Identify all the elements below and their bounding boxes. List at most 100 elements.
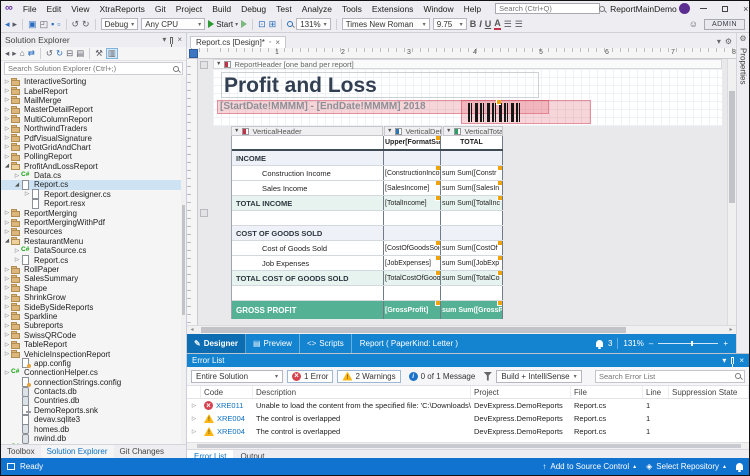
expander-icon[interactable]: ▷ [23, 191, 31, 197]
show-all-files-icon[interactable]: ▤ [76, 49, 84, 58]
menu-item[interactable]: Tools [338, 3, 366, 15]
menu-item[interactable]: File [19, 3, 41, 15]
menu-item[interactable]: Extensions [368, 3, 418, 15]
row-detail-cell[interactable]: Upper[FormatStri [384, 136, 441, 149]
user-avatar[interactable] [679, 3, 690, 14]
panel-tab[interactable]: Toolbox [1, 445, 41, 458]
row-label-cell[interactable]: INCOME [232, 151, 384, 165]
row-total-cell[interactable]: sum Sum([TotalCo [441, 271, 503, 285]
row-detail-cell[interactable]: [TotalIncome] [384, 196, 441, 210]
menu-item[interactable]: Edit [43, 3, 66, 15]
tree-item[interactable]: ▷ RollPaper [1, 265, 186, 274]
tree-item[interactable]: ▷ Report.designer.cs [1, 190, 186, 199]
table-row[interactable]: COST OF GOODS SOLD [232, 226, 503, 241]
column-suppression-state[interactable]: Suppression State [669, 386, 749, 398]
warnings-filter-button[interactable]: 2 Warnings [337, 370, 400, 383]
table-row[interactable]: INCOME [232, 151, 503, 166]
menu-item[interactable]: Build [208, 3, 235, 15]
build-intellisense-dropdown[interactable]: Build + IntelliSense▾ [496, 370, 581, 383]
designer-view-tab[interactable]: <> Scripts [300, 334, 352, 353]
undo-icon[interactable]: ↺ [72, 20, 80, 29]
row-label-cell[interactable] [232, 286, 384, 300]
tree-item[interactable]: ▷ SwissQRCode [1, 331, 186, 340]
column-description[interactable]: Description [253, 386, 471, 398]
table-row[interactable]: Sales Income [SalesIncome] sum Sum([Sale… [232, 181, 503, 196]
band-collapse-icon[interactable]: ▼ [234, 128, 239, 134]
row-detail-cell[interactable]: [GrossProfit] [384, 301, 441, 319]
tree-item[interactable]: ◢ Report.cs [1, 180, 186, 189]
select-repository[interactable]: ◈ Select Repository ▴ [646, 462, 726, 471]
tree-item[interactable]: ▷ Shape [1, 284, 186, 293]
designer-view-tab[interactable]: ▤ Preview [246, 334, 300, 353]
menu-item[interactable]: Analyze [298, 3, 336, 15]
row-total-cell[interactable] [441, 286, 503, 300]
options-gear-icon[interactable]: ⚙ [725, 38, 732, 46]
error-row[interactable]: ▷ XRE004 The control is overlapped DevEx… [187, 412, 749, 425]
menu-item[interactable]: Test [272, 3, 296, 15]
minimize-button[interactable] [697, 3, 711, 14]
designer-vertical-scrollbar[interactable] [727, 59, 736, 325]
vertical-band-strip[interactable]: ▼ VerticalDetail [384, 126, 442, 136]
tree-item[interactable]: ▷ PollingReport [1, 152, 186, 161]
notifications-bell-icon[interactable] [736, 463, 743, 470]
table-row[interactable] [232, 286, 503, 301]
open-file-icon[interactable]: ◰ [40, 20, 49, 29]
document-tab[interactable]: Report.cs [Design]* ◦ × [190, 36, 286, 48]
solution-explorer-search[interactable] [4, 62, 183, 75]
row-total-cell[interactable]: sum Sum([GrossP [441, 301, 503, 319]
scroll-right-icon[interactable]: ▸ [726, 326, 736, 334]
home-icon[interactable]: ⌂ [20, 49, 25, 58]
zoom-dropdown[interactable]: 131%▾ [296, 18, 330, 30]
tree-item[interactable]: ▷ ReportMergingWithPdf [1, 218, 186, 227]
tree-item[interactable]: ▷ SideBySideReports [1, 302, 186, 311]
tree-item[interactable]: DemoReports.snk [1, 406, 186, 415]
smart-tag[interactable] [497, 166, 502, 171]
tree-item[interactable]: ▷ Report.cs [1, 255, 186, 264]
row-label-cell[interactable]: Cost of Goods Sold [232, 241, 384, 255]
expander-icon[interactable]: ▷ [3, 154, 11, 160]
tree-item[interactable]: ▷ ConnectionHelper.cs [1, 368, 186, 377]
pin-icon[interactable] [170, 37, 173, 44]
scroll-left-icon[interactable]: ◂ [187, 326, 197, 334]
column-line[interactable]: Line [643, 386, 669, 398]
row-detail-cell[interactable] [384, 226, 441, 240]
navigate-forward-icon[interactable]: ▸ [13, 20, 18, 29]
save-all-icon[interactable]: ▫ [57, 20, 60, 29]
error-row[interactable]: ▷ XRE011 Unable to load the content from… [187, 399, 749, 412]
zoom-in-icon[interactable]: + [723, 339, 728, 348]
vertical-band-strip[interactable]: ▼ VerticalTotal [443, 126, 503, 136]
back-icon[interactable]: ◂ [5, 49, 9, 58]
pin-icon[interactable] [731, 357, 734, 364]
smart-tag[interactable] [497, 181, 502, 186]
row-total-cell[interactable] [441, 226, 503, 240]
errors-filter-button[interactable]: 1 Error [287, 370, 333, 383]
start-debug-button[interactable]: Start▾ [208, 20, 238, 29]
expander-icon[interactable]: ▷ [3, 210, 11, 216]
column-file[interactable]: File [571, 386, 643, 398]
tree-item[interactable]: Countries.db [1, 396, 186, 405]
refresh-icon[interactable]: ↻ [56, 49, 63, 58]
expander-icon[interactable]: ▷ [3, 295, 11, 301]
expander-icon[interactable]: ▷ [3, 313, 11, 319]
row-label-cell[interactable]: TOTAL COST OF GOODS SOLD [232, 271, 384, 285]
table-row[interactable]: TOTAL COST OF GOODS SOLD [TotalCostOfGoo… [232, 271, 503, 286]
row-total-cell[interactable]: sum Sum([JobExp [441, 256, 503, 270]
smart-tag[interactable] [497, 271, 502, 276]
row-label-cell[interactable] [232, 136, 384, 149]
tree-item[interactable]: ▷ VehicleInspectionReport [1, 349, 186, 358]
save-icon[interactable]: ▪ [51, 20, 54, 29]
expander-icon[interactable]: ▷ [3, 304, 11, 310]
filter-icon[interactable] [483, 372, 492, 381]
expander-icon[interactable]: ▷ [3, 79, 11, 85]
align-left-icon[interactable]: ☰ [504, 20, 512, 29]
report-header-band-strip[interactable]: ▼ ReportHeader [one band per report] [213, 59, 722, 69]
expander-icon[interactable]: ▷ [3, 144, 11, 150]
panel-tab[interactable]: Git Changes [114, 445, 170, 458]
tree-item[interactable]: ▷ ReportMerging [1, 208, 186, 217]
smart-tag[interactable] [497, 301, 502, 306]
menu-item[interactable]: Git [151, 3, 170, 15]
row-label-cell[interactable]: TOTAL INCOME [232, 196, 384, 210]
expander-icon[interactable]: ▷ [3, 126, 11, 132]
row-label-cell[interactable]: COST OF GOODS SOLD [232, 226, 384, 240]
tree-item[interactable]: ▷ PivotGridAndChart [1, 143, 186, 152]
